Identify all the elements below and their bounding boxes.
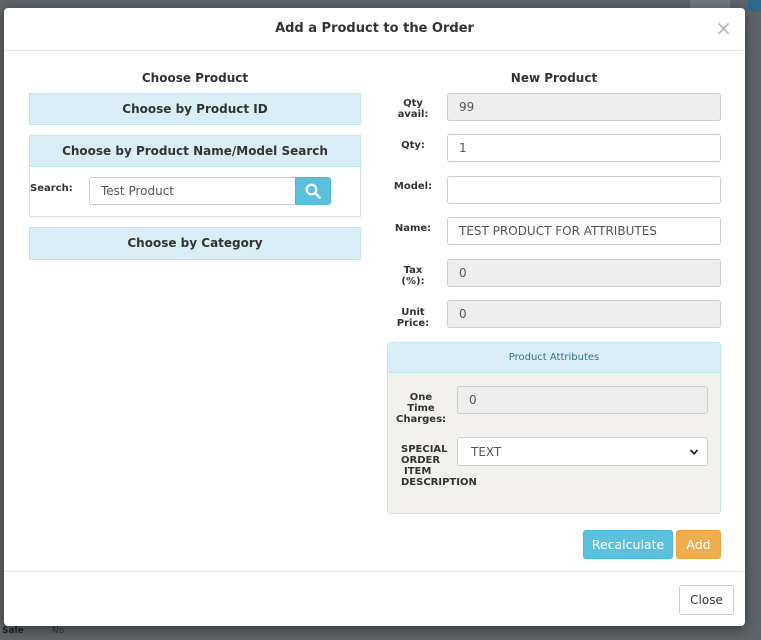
choose-by-id-panel[interactable]: Choose by Product ID <box>29 93 361 125</box>
add-product-modal: Add a Product to the Order × Choose Prod… <box>4 8 745 626</box>
choose-by-category-panel[interactable]: Choose by Category <box>29 227 361 260</box>
product-attributes-panel: Product Attributes One Time Charges: 0 S… <box>387 342 721 514</box>
tax-label-line1: Tax <box>403 265 423 276</box>
new-product-heading: New Product <box>510 71 598 85</box>
special-label-line4: DESCRIPTION <box>401 477 477 488</box>
choose-by-name-panel-heading[interactable]: Choose by Product Name/Model Search <box>29 135 361 167</box>
tax-field: 0 <box>447 259 721 287</box>
qty-input[interactable]: 1 <box>447 134 721 162</box>
search-button[interactable] <box>295 177 331 205</box>
special-order-select[interactable]: TEXT <box>457 437 708 466</box>
modal-footer-divider <box>4 571 745 572</box>
one-time-label-line2: Time <box>407 403 435 414</box>
product-attributes-heading: Product Attributes <box>388 343 720 373</box>
choose-product-heading: Choose Product <box>141 71 249 85</box>
search-label: Search: <box>30 183 73 194</box>
model-label: Model: <box>393 181 433 192</box>
unit-price-field: 0 <box>447 300 721 328</box>
one-time-label-line1: One <box>409 392 433 403</box>
recalculate-button[interactable]: Recalculate <box>583 530 673 559</box>
background-top-button <box>748 0 761 12</box>
special-order-select-value: TEXT <box>471 444 502 459</box>
chevron-down-icon <box>689 449 699 456</box>
magnifier-icon <box>305 183 321 199</box>
tax-label: Tax (%): <box>387 265 439 287</box>
close-icon[interactable]: × <box>715 18 732 38</box>
unit-price-label: Unit Price: <box>387 307 439 329</box>
unit-price-label-line2: Price: <box>396 318 430 329</box>
qty-label: Qty: <box>401 140 425 151</box>
background-sale-label: Sale <box>2 626 24 636</box>
unit-price-label-line1: Unit <box>401 307 425 318</box>
special-label-line3: ITEM <box>404 466 432 477</box>
add-button[interactable]: Add <box>676 530 721 559</box>
model-input[interactable] <box>447 176 721 204</box>
modal-title: Add a Product to the Order <box>275 21 474 36</box>
search-input[interactable]: Test Product <box>89 177 299 205</box>
qty-avail-field: 99 <box>447 93 721 121</box>
modal-header: Add a Product to the Order × <box>4 8 745 51</box>
name-search-panel: Choose by Product Name/Model Search Sear… <box>29 135 361 217</box>
qty-avail-label: Qty avail: <box>387 98 439 120</box>
qty-avail-label-line1: Qty <box>403 98 423 109</box>
one-time-charges-label: One Time Charges: <box>396 392 446 425</box>
background-sale-value: No <box>52 626 65 636</box>
one-time-label-line3: Charges: <box>396 414 447 425</box>
qty-avail-label-line2: avail: <box>397 109 429 120</box>
one-time-charges-field: 0 <box>457 386 708 414</box>
tax-label-line2: (%): <box>401 276 425 287</box>
name-input[interactable]: TEST PRODUCT FOR ATTRIBUTES <box>447 217 721 245</box>
name-label: Name: <box>394 223 432 234</box>
close-button[interactable]: Close <box>679 585 734 615</box>
